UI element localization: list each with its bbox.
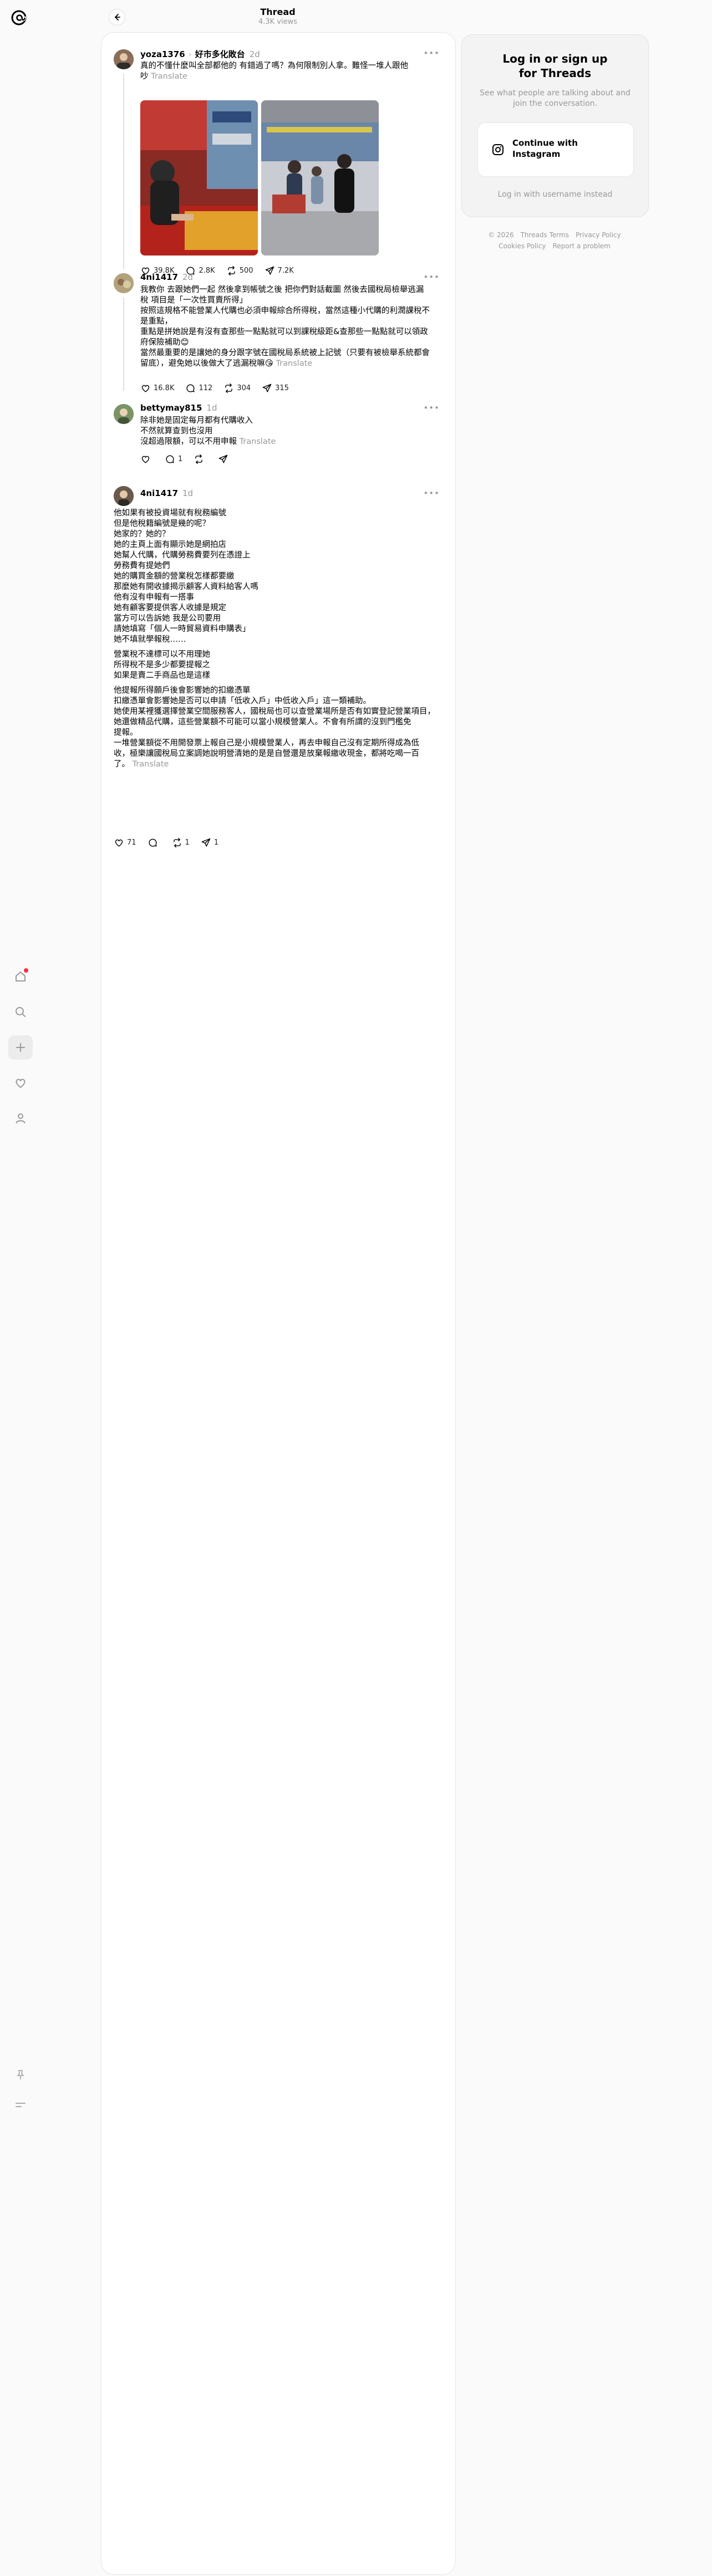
comment-icon [186,384,195,392]
login-title: Log in or sign up for Threads [502,52,608,80]
like-icon [141,456,150,463]
translate-link[interactable]: Translate [240,437,276,446]
post-time[interactable]: 1d [182,488,193,498]
thread-line [123,298,124,391]
like-icon [141,385,150,392]
translate-link[interactable]: Translate [151,72,187,81]
avatar[interactable] [114,49,134,69]
username[interactable]: 4ni1417 [140,272,178,282]
repost-icon [173,837,181,848]
post-text: 我教你 去跟她們一起 然後拿到帳號之後 把你們對話截圖 然後去國稅局檢舉逃漏 稅… [140,285,430,368]
page-title: Thread [260,7,296,17]
username[interactable]: bettymay815 [140,403,202,413]
username[interactable]: 4ni1417 [140,488,178,498]
create-nav[interactable] [8,1035,33,1060]
terms-link[interactable]: Threads Terms [521,231,569,239]
post-text: 他如果有被投資場就有稅務編號 但是他稅籍編號是幾的呢？ 她家的？她的？ 她的主頁… [114,509,435,769]
thread-line [123,74,124,269]
post-time[interactable]: 1d [206,403,217,413]
username[interactable]: yoza1376 [140,49,185,59]
post-text: 除非她是固定每月都有代購收入 不然就算查到也沒用 沒超過限額，可以不用申報 Tr… [140,416,276,446]
like-button[interactable] [140,454,154,464]
footer: © 2026 Threads Terms Privacy Policy Cookie… [461,229,648,252]
share-button[interactable]: 315 [262,383,289,393]
post-time[interactable]: 2d [250,49,260,59]
login-card: Log in or sign up for Threads See what p… [461,34,649,217]
post-header: yoza1376 › 好市多化敗台 2d [140,49,260,59]
post-header: bettymay815 1d [140,403,217,413]
like-button[interactable]: 71 [114,837,136,848]
reply-post: 4ni1417 2d ••• 我教你 去跟她們一起 然後拿到帳號之後 把你們對話截… [114,272,443,400]
search-nav[interactable] [8,1000,33,1024]
menu-icon [16,2103,26,2107]
more-options-button[interactable]: ••• [423,48,440,58]
repost-icon [225,383,233,393]
translate-link[interactable]: Translate [133,760,169,769]
pin-icon [17,2070,24,2079]
post-actions: 1 [140,454,242,464]
more-options-button[interactable]: ••• [423,488,440,498]
report-link[interactable]: Report a problem [552,242,610,250]
post-header: 4ni1417 1d [140,488,193,498]
home-nav[interactable] [8,964,33,989]
post-actions: 16.8K 112 304 315 [140,383,300,393]
share-button[interactable] [218,454,231,464]
cookies-link[interactable]: Cookies Policy [499,242,546,250]
comment-button[interactable] [148,837,161,848]
post-time[interactable]: 2d [182,272,193,282]
comment-button[interactable]: 112 [185,383,212,393]
profile-nav[interactable] [8,1106,33,1131]
post-photo[interactable] [140,100,258,255]
share-icon [262,384,272,392]
repost-button[interactable]: 1 [172,837,190,848]
topic-tag[interactable]: 好市多化敗台 [195,49,245,59]
repost-button[interactable] [194,454,207,464]
instagram-button-label: Continue with Instagram [512,138,578,159]
translate-link[interactable]: Translate [276,359,312,368]
post-text: 真的不懂什麼叫全部都他的 有錯過了嗎？為何限制別人拿。難怪一堆人跟他 吵 Tra… [140,62,409,81]
login-subtitle: See what people are talking about and jo… [480,89,630,108]
comment-button[interactable]: 1 [165,454,182,464]
post-header: 4ni1417 2d [140,272,193,282]
share-icon [218,454,228,463]
more-options-button[interactable]: ••• [423,403,440,413]
notification-dot [24,968,28,973]
thread-header: Thread 4.3K views [101,0,455,32]
heart-icon [16,1079,26,1088]
share-button[interactable]: 1 [201,837,218,848]
share-icon [201,838,211,847]
threads-logo-icon[interactable] [9,8,29,28]
like-button[interactable]: 16.8K [140,383,174,393]
search-icon [16,1007,26,1017]
create-icon [16,1043,25,1052]
post-photo[interactable] [261,100,379,255]
post-media [140,100,380,255]
continue-with-instagram-button[interactable]: Continue with Instagram [477,122,634,177]
privacy-link[interactable]: Privacy Policy [576,231,621,239]
comment-icon [166,455,174,463]
like-icon [115,839,123,847]
repost-icon [195,454,203,464]
pin-nav[interactable] [8,2063,33,2087]
profile-icon [16,1113,26,1123]
more-options-button[interactable]: ••• [423,272,440,282]
login-username-link[interactable]: Log in with username instead [462,190,648,199]
thread-feed: yoza1376 › 好市多化敗台 2d ••• 真的不懂什麼叫全部都他的 有錯過了嗎… [101,32,456,2575]
original-post: yoza1376 › 好市多化敗台 2d ••• 真的不懂什麼叫全部都他的 有錯過了嗎… [114,48,443,276]
comment-icon [149,839,157,847]
view-count: 4.3K views [258,18,298,26]
instagram-icon [492,144,504,155]
repost-button[interactable]: 304 [223,383,251,393]
reply-post: bettymay815 1d ••• 除非她是固定每月都有代購收入 不然就算查到也… [114,403,443,475]
avatar[interactable] [114,404,134,424]
activity-nav[interactable] [8,1071,33,1095]
avatar[interactable] [114,273,134,293]
copyright: © 2026 [488,231,514,239]
avatar[interactable] [114,486,134,506]
post-actions: 71 1 1 [114,837,230,848]
menu-nav[interactable] [8,2093,33,2117]
reply-post: 4ni1417 1d ••• 他如果有被投資場就有稅務編號 但是他稅籍編號是幾的呢… [114,485,443,848]
